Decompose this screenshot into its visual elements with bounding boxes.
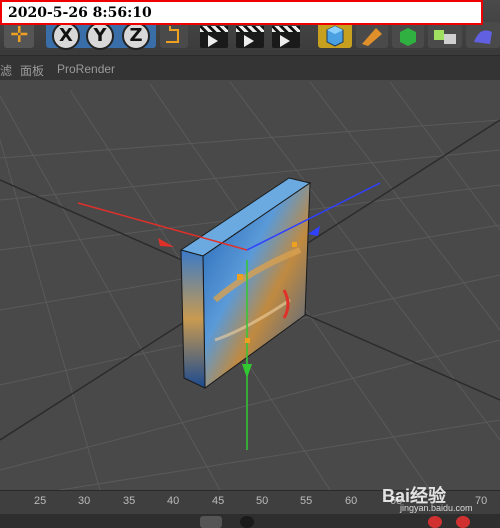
pivot-point[interactable] (237, 274, 243, 280)
frame-tick: 30 (78, 495, 91, 507)
3d-viewport[interactable] (0, 80, 500, 490)
main-toolbar: ✛ X Y Z 2020-5-26 8:56:10 (0, 0, 500, 50)
render-view-icon (208, 35, 218, 47)
frame-tick: 35 (123, 495, 136, 507)
frame-tick: 70 (475, 495, 488, 507)
menu-filter[interactable]: 滤 (0, 62, 12, 79)
render-picture-viewer-button[interactable] (236, 26, 264, 48)
array-icon (434, 30, 456, 44)
subdivision-button[interactable] (392, 22, 424, 48)
render-settings-icon (280, 35, 290, 47)
frame-tick: 60 (345, 495, 358, 507)
cube-object-button[interactable] (318, 22, 352, 48)
scale-handle[interactable] (245, 338, 250, 343)
menu-panel[interactable]: 面板 (20, 62, 44, 79)
x-axis-lock-button[interactable]: X (52, 22, 80, 50)
autokey-button[interactable] (428, 516, 442, 528)
coordinate-system-icon (166, 26, 179, 43)
timestamp-overlay: 2020-5-26 8:56:10 (0, 0, 483, 25)
pen-icon (362, 28, 382, 46)
render-view-button[interactable] (200, 26, 228, 48)
coordinate-system-button[interactable] (160, 22, 188, 48)
viewport-scene (0, 80, 500, 490)
y-axis-lock-button[interactable]: Y (86, 22, 114, 50)
cube-icon (326, 25, 344, 47)
record-button[interactable] (240, 516, 254, 528)
frame-tick: 25 (34, 495, 47, 507)
frame-tick: 55 (300, 495, 313, 507)
render-settings-button[interactable] (272, 26, 300, 48)
render-picture-viewer-icon (244, 35, 254, 47)
menu-bar: 滤 面板 ProRender (0, 55, 500, 81)
baidu-watermark-url: jingyan.baidu.com (400, 503, 473, 513)
array-button[interactable] (428, 22, 462, 48)
menu-prorender[interactable]: ProRender (57, 62, 115, 76)
scale-handle-z[interactable] (292, 242, 297, 247)
frame-tick: 45 (212, 495, 225, 507)
frame-tick: 40 (167, 495, 180, 507)
cinema4d-window: ✛ X Y Z 2020-5-26 8:56:10 滤 面板 ProRender… (0, 0, 500, 528)
timestamp-text: 2020-5-26 8:56:10 (8, 5, 152, 21)
transport-bar (0, 514, 500, 528)
move-icon: ✛ (10, 23, 29, 48)
frame-tick: 50 (256, 495, 269, 507)
z-axis-lock-button[interactable]: Z (122, 22, 150, 50)
pen-tool-button[interactable] (356, 22, 388, 48)
transport-button[interactable] (200, 516, 222, 528)
deformer-icon (474, 30, 492, 44)
deformer-button[interactable] (466, 22, 500, 48)
subdivision-icon (400, 28, 416, 46)
move-tool-button[interactable]: ✛ (4, 22, 34, 48)
keyframe-button[interactable] (456, 516, 470, 528)
